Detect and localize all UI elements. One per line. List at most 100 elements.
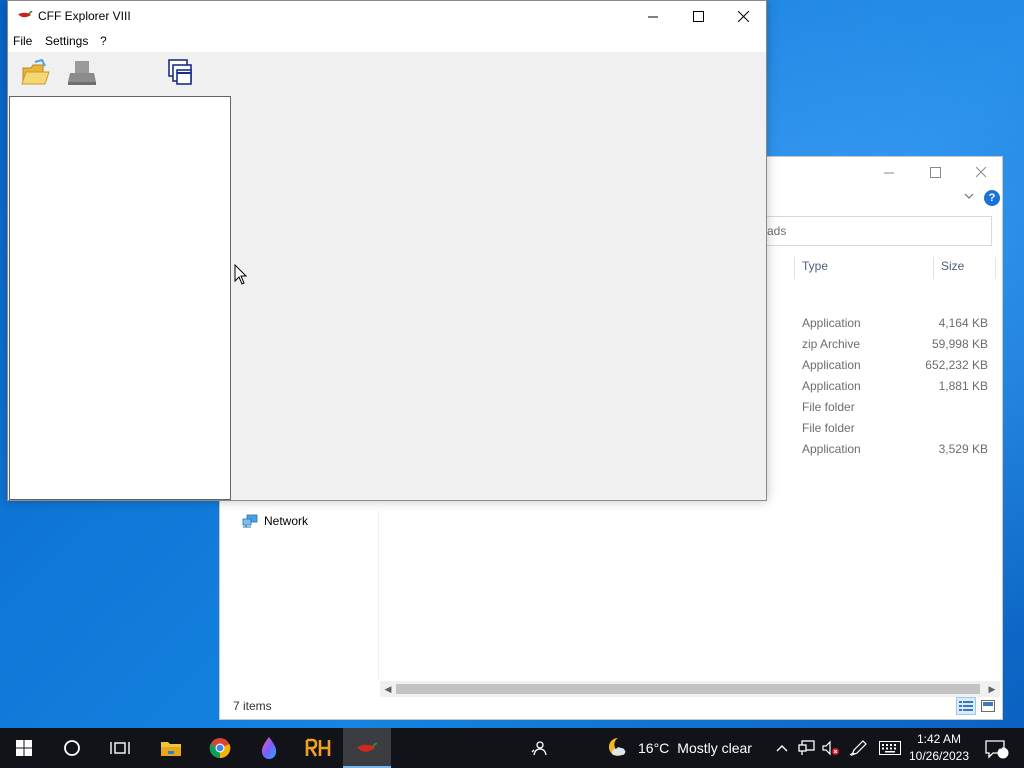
open-folder-icon — [21, 59, 50, 85]
taskbar-file-explorer[interactable] — [147, 728, 195, 768]
taskbar-drop-app[interactable] — [245, 728, 293, 768]
file-size: 3,529 KB — [938, 442, 988, 456]
explorer-minimize-button[interactable] — [866, 157, 912, 187]
close-button[interactable] — [720, 1, 766, 31]
task-view-icon — [110, 742, 130, 754]
weather-widget[interactable]: 16°C Mostly clear — [604, 728, 764, 768]
explorer-maximize-button[interactable] — [912, 157, 958, 187]
chevron-up-icon — [776, 745, 788, 752]
rh-logo-icon — [305, 738, 331, 757]
weather-temperature: 16°C — [638, 740, 670, 756]
maximize-icon — [929, 166, 941, 178]
file-row[interactable]: Application 4,164 KB — [802, 313, 988, 334]
taskbar-cff-explorer[interactable] — [343, 728, 391, 768]
file-type: Application — [802, 316, 861, 330]
water-drop-icon — [261, 737, 277, 759]
cff-titlebar[interactable]: CFF Explorer VIII — [8, 1, 766, 31]
nav-item-label: Network — [264, 514, 309, 528]
weather-condition: Mostly clear — [677, 740, 752, 756]
details-view-button[interactable] — [956, 697, 976, 715]
action-center-button[interactable]: 4 — [978, 728, 1014, 768]
keyboard-icon — [879, 741, 901, 755]
volume-button[interactable] — [820, 728, 842, 768]
details-view-icon — [959, 701, 973, 711]
file-size: 59,998 KB — [931, 337, 988, 351]
minimize-icon — [647, 16, 658, 17]
column-header-type[interactable]: Type — [802, 259, 828, 273]
chrome-icon — [209, 738, 231, 759]
windows-logo-icon — [16, 740, 32, 756]
system-clock[interactable]: 1:42 AM 10/26/2023 — [908, 731, 970, 765]
pen-workspace-button[interactable] — [847, 728, 869, 768]
file-type: Application — [802, 358, 861, 372]
start-button[interactable] — [0, 728, 48, 768]
toolbar — [8, 52, 766, 96]
file-row[interactable]: File folder — [802, 397, 988, 418]
network-status-button[interactable] — [796, 728, 818, 768]
windows-button[interactable] — [165, 56, 197, 90]
moon-cloud-icon — [608, 737, 626, 756]
scrollbar-thumb[interactable] — [396, 684, 980, 694]
column-header: Type Size — [794, 257, 996, 279]
search-button[interactable] — [48, 728, 96, 768]
minimize-button[interactable] — [630, 1, 676, 31]
file-size: 4,164 KB — [938, 316, 988, 330]
network-monitor-icon — [798, 740, 815, 755]
menu-help[interactable]: ? — [100, 34, 107, 48]
file-row[interactable]: Application 3,529 KB — [802, 439, 988, 460]
close-icon — [975, 166, 986, 177]
menu-bar: File Settings ? — [8, 31, 766, 52]
taskbar-chrome[interactable] — [196, 728, 244, 768]
windows-icon — [168, 59, 192, 85]
chili-pepper-icon — [18, 10, 33, 18]
column-separator[interactable] — [933, 257, 934, 279]
window-title: CFF Explorer VIII — [38, 9, 131, 23]
nav-item-network[interactable]: Network — [242, 511, 308, 531]
close-icon — [737, 10, 749, 22]
column-separator[interactable] — [995, 257, 996, 279]
column-header-size[interactable]: Size — [941, 259, 964, 273]
open-file-button[interactable] — [20, 56, 52, 90]
nav-pane-divider[interactable] — [378, 511, 379, 679]
speaker-muted-icon — [822, 740, 839, 756]
network-icon — [242, 514, 258, 528]
file-row[interactable]: Application 652,232 KB — [802, 355, 988, 376]
file-type: Application — [802, 379, 861, 393]
ribbon-expand-icon[interactable] — [964, 191, 974, 203]
taskbar-rh-app[interactable] — [294, 728, 342, 768]
maximize-button[interactable] — [675, 1, 721, 31]
help-button[interactable]: ? — [984, 190, 1000, 206]
file-row[interactable]: Application 1,881 KB — [802, 376, 988, 397]
file-row[interactable]: zip Archive 59,998 KB — [802, 334, 988, 355]
file-type: File folder — [802, 400, 855, 414]
column-separator[interactable] — [794, 257, 795, 279]
file-type: zip Archive — [802, 337, 861, 351]
touch-keyboard-button[interactable] — [876, 728, 904, 768]
explorer-close-button[interactable] — [958, 157, 1004, 187]
people-button[interactable] — [526, 728, 552, 768]
save-button[interactable] — [66, 56, 98, 90]
menu-file[interactable]: File — [13, 34, 32, 48]
show-hidden-icons-button[interactable] — [772, 728, 792, 768]
clock-time: 1:42 AM — [916, 732, 962, 746]
large-icons-view-icon — [981, 700, 995, 712]
chili-pepper-icon — [357, 742, 378, 752]
minimize-icon — [883, 172, 894, 173]
people-icon — [531, 741, 547, 756]
file-type: File folder — [802, 421, 855, 435]
task-view-button[interactable] — [96, 728, 144, 768]
notification-count: 4 — [997, 741, 1003, 751]
menu-settings[interactable]: Settings — [45, 34, 88, 48]
mouse-cursor-icon — [234, 264, 248, 285]
file-row[interactable]: File folder — [802, 418, 988, 439]
file-tree-panel[interactable] — [9, 96, 231, 500]
cff-explorer-window[interactable]: CFF Explorer VIII File Settings ? — [7, 0, 767, 501]
address-bar[interactable]: ads — [760, 216, 992, 246]
save-disk-icon — [68, 61, 96, 85]
file-type: Application — [802, 442, 861, 456]
cortana-circle-icon — [64, 740, 80, 756]
file-size: 1,881 KB — [938, 379, 988, 393]
large-icons-view-button[interactable] — [978, 697, 998, 715]
file-size: 652,232 KB — [925, 358, 988, 372]
clock-date: 10/26/2023 — [908, 749, 970, 763]
